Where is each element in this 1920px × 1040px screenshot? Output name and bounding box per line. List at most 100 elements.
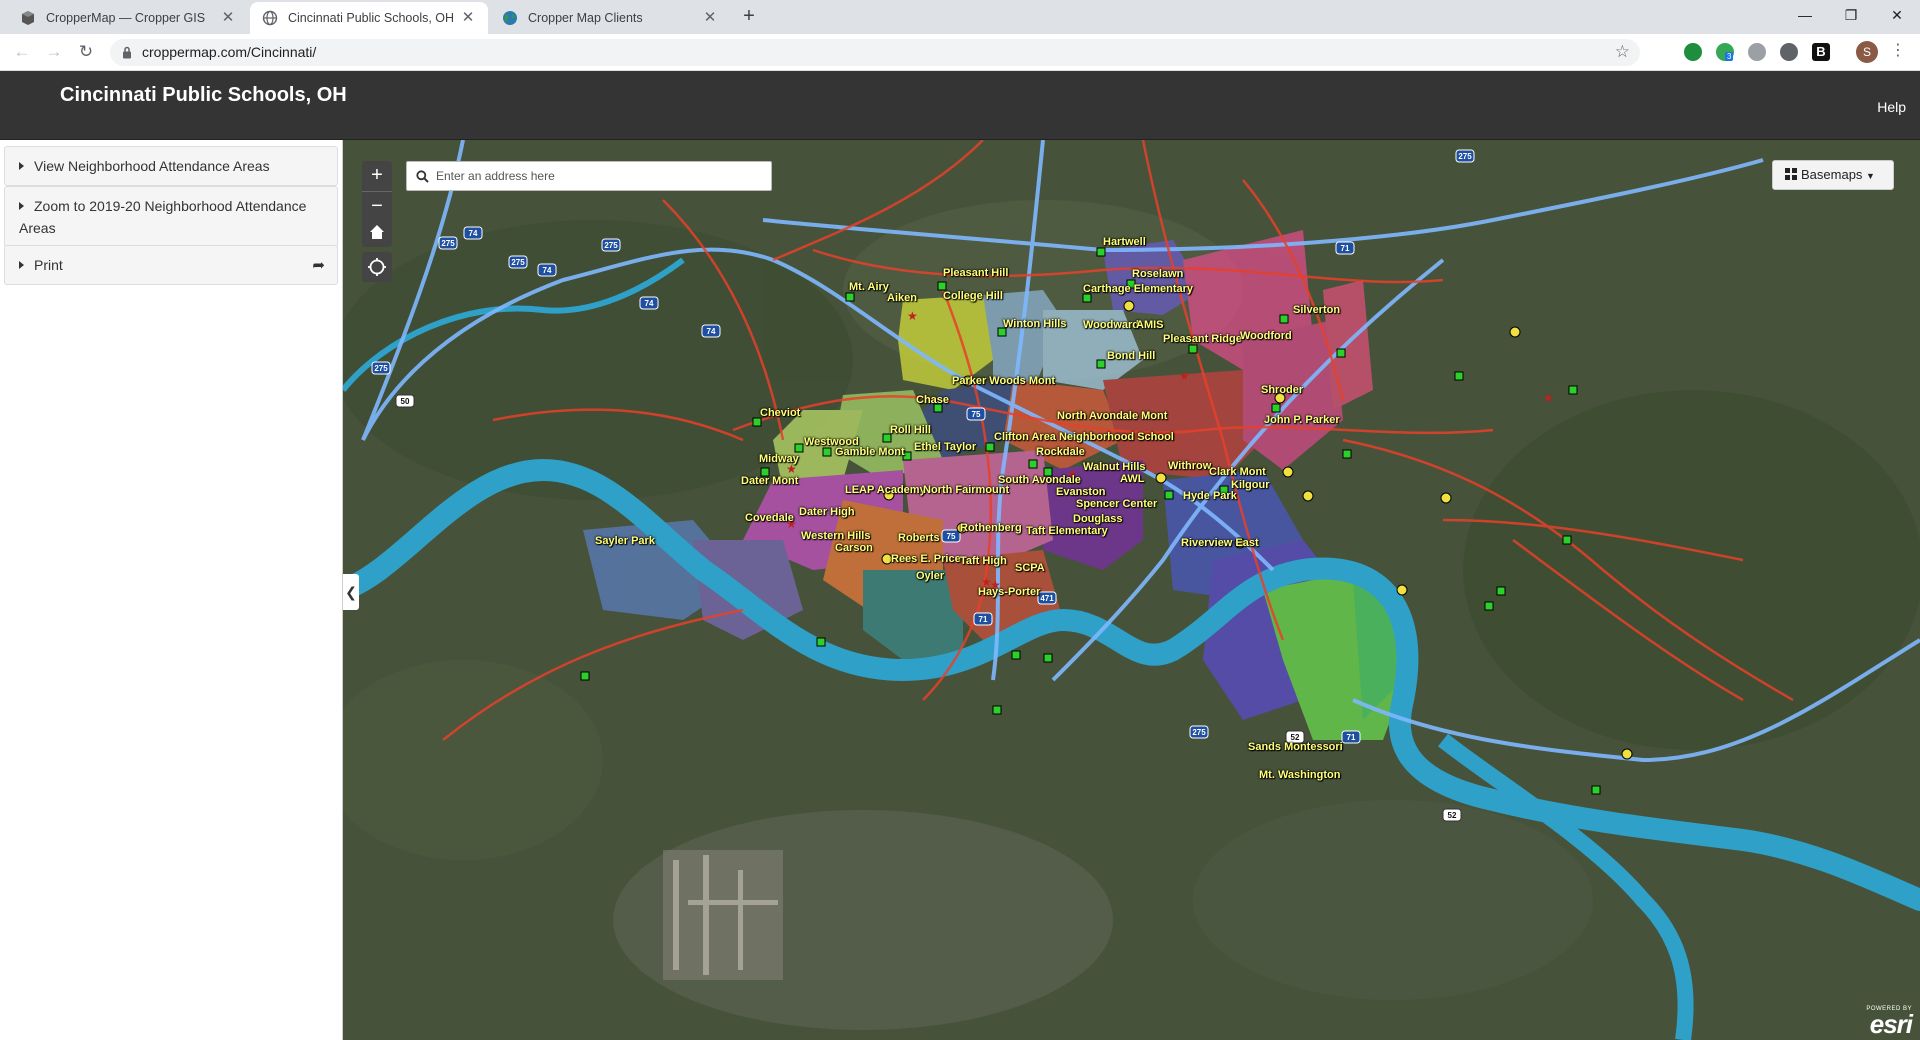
caret-down-icon: ▼ <box>1866 171 1875 181</box>
school-label[interactable]: Silverton <box>1293 304 1340 316</box>
school-label[interactable]: Roll Hill <box>890 424 931 436</box>
collapse-sidebar-button[interactable]: ❮ <box>343 574 359 610</box>
school-label[interactable]: Gamble Mont <box>835 446 905 458</box>
home-button[interactable] <box>362 217 392 247</box>
school-label[interactable]: Bond Hill <box>1107 350 1155 362</box>
school-label[interactable]: Taft Elementary <box>1026 525 1108 537</box>
browser-menu-icon[interactable]: ⋮ <box>1890 40 1906 60</box>
school-label[interactable]: AWL <box>1120 473 1144 485</box>
school-label[interactable]: Rothenberg <box>960 522 1022 534</box>
school-label[interactable]: Carson <box>835 542 873 554</box>
school-label[interactable]: Clark Mont <box>1209 466 1266 478</box>
close-tab-icon[interactable]: ✕ <box>702 10 718 26</box>
locate-button[interactable] <box>362 252 392 282</box>
school-label[interactable]: Oyler <box>916 570 944 582</box>
school-label[interactable]: South Avondale <box>998 474 1081 486</box>
extension-green-icon[interactable]: 3 <box>1716 43 1734 61</box>
school-label[interactable]: Parker Woods Mont <box>952 375 1055 387</box>
school-label[interactable]: Hays-Porter <box>978 586 1040 598</box>
reload-button[interactable]: ↻ <box>74 40 98 64</box>
highway-shield-label: 50 <box>401 397 410 406</box>
map-view[interactable]: 275 74 275 74 275 74 74 275 50 75 75 71 … <box>343 140 1920 1040</box>
school-label[interactable]: Aiken <box>887 292 917 304</box>
tab-title: CropperMap — Cropper GIS <box>46 11 206 25</box>
share-icon[interactable]: ➦ <box>312 255 325 277</box>
extension-b-icon[interactable]: B <box>1812 43 1830 61</box>
school-label[interactable]: Withrow <box>1168 460 1211 472</box>
close-window-button[interactable]: ✕ <box>1874 0 1920 30</box>
school-label[interactable]: Dater High <box>799 506 855 518</box>
help-link[interactable]: Help <box>1877 99 1906 115</box>
school-label[interactable]: Mt. Washington <box>1259 769 1340 781</box>
school-label[interactable]: Clifton Area Neighborhood School <box>994 431 1174 443</box>
school-label[interactable]: College Hill <box>943 290 1003 302</box>
accordion-view-attendance-areas[interactable]: View Neighborhood Attendance Areas <box>4 146 338 186</box>
minimize-button[interactable]: — <box>1782 0 1828 30</box>
school-label[interactable]: Winton Hills <box>1003 318 1066 330</box>
school-label[interactable]: North Avondale Mont <box>1057 410 1167 422</box>
school-label[interactable]: Carthage Elementary <box>1083 283 1193 295</box>
school-label[interactable]: Rockdale <box>1036 446 1085 458</box>
accordion-print[interactable]: Print ➦ <box>4 245 338 285</box>
extension-sync-icon[interactable] <box>1748 43 1766 61</box>
school-label[interactable]: LEAP Academy <box>845 484 926 496</box>
bookmark-star-icon[interactable]: ☆ <box>1615 42 1630 62</box>
accordion-zoom-attendance-areas[interactable]: Zoom to 2019-20 Neighborhood Attendance … <box>4 186 338 248</box>
school-label[interactable]: Cheviot <box>760 407 800 419</box>
close-tab-icon[interactable]: ✕ <box>460 10 476 26</box>
school-label[interactable]: Walnut Hills <box>1083 461 1146 473</box>
browser-tab-croppermap[interactable]: CropperMap — Cropper GIS ✕ <box>8 2 248 34</box>
school-label[interactable]: Hartwell <box>1103 236 1146 248</box>
restore-button[interactable]: ❐ <box>1828 0 1874 30</box>
app-title: Cincinnati Public Schools, OH <box>60 84 347 106</box>
school-label[interactable]: Evanston <box>1056 486 1106 498</box>
address-search-input[interactable] <box>436 166 766 186</box>
school-label[interactable]: Western Hills <box>801 530 871 542</box>
school-label[interactable]: John P. Parker <box>1264 414 1340 426</box>
school-label[interactable]: Pleasant Ridge <box>1163 333 1242 345</box>
extension-check-icon[interactable] <box>1684 43 1702 61</box>
back-button[interactable]: ← <box>10 40 34 64</box>
address-bar[interactable]: croppermap.com/Cincinnati/ ☆ <box>110 39 1640 66</box>
school-label[interactable]: Woodford <box>1240 330 1292 342</box>
school-label[interactable]: Rees E. Price <box>891 553 961 565</box>
caret-right-icon <box>19 162 24 170</box>
school-label[interactable]: Chase <box>916 394 949 406</box>
profile-avatar[interactable]: S <box>1856 41 1878 63</box>
school-label[interactable]: Sands Montessori <box>1248 741 1343 753</box>
school-label[interactable]: Shroder <box>1261 384 1303 396</box>
new-tab-button[interactable]: + <box>738 6 760 28</box>
forward-button[interactable]: → <box>42 40 66 64</box>
basemaps-button[interactable]: Basemaps ▼ <box>1772 160 1894 190</box>
school-label[interactable]: SCPA <box>1015 562 1045 574</box>
school-label[interactable]: Roberts <box>898 532 940 544</box>
browser-tab-clients[interactable]: Cropper Map Clients ✕ <box>490 2 730 34</box>
school-label[interactable]: Woodward <box>1083 319 1139 331</box>
esri-attribution[interactable]: POWERED BY esri <box>1866 1006 1913 1037</box>
highway-shield-label: 275 <box>511 258 525 267</box>
school-label[interactable]: Spencer Center <box>1076 498 1157 510</box>
school-label[interactable]: Dater Mont <box>741 475 798 487</box>
school-label[interactable]: Pleasant Hill <box>943 267 1008 279</box>
school-label[interactable]: Taft High <box>960 555 1007 567</box>
airport-area <box>663 850 783 980</box>
browser-tab-cincinnati[interactable]: Cincinnati Public Schools, OH ✕ <box>250 2 488 34</box>
school-label[interactable]: Roselawn <box>1132 268 1183 280</box>
url-text: croppermap.com/Cincinnati/ <box>142 44 317 60</box>
school-label[interactable]: Riverview East <box>1181 537 1259 549</box>
zoom-in-button[interactable]: + <box>362 161 392 191</box>
school-label[interactable]: Mt. Airy <box>849 281 889 293</box>
school-label[interactable]: AMIS <box>1136 319 1164 331</box>
extension-circle-icon[interactable] <box>1780 43 1798 61</box>
school-label[interactable]: North Fairmount <box>923 484 1009 496</box>
basemaps-label: Basemaps <box>1801 167 1863 182</box>
school-label[interactable]: Midway <box>759 453 799 465</box>
close-tab-icon[interactable]: ✕ <box>220 10 236 26</box>
svg-text:★: ★ <box>1179 369 1190 383</box>
school-label[interactable]: Hyde Park <box>1183 490 1237 502</box>
school-label[interactable]: Douglass <box>1073 513 1123 525</box>
school-label[interactable]: Ethel Taylor <box>914 441 976 453</box>
school-label[interactable]: Sayler Park <box>595 535 655 547</box>
school-label[interactable]: Covedale <box>745 512 794 524</box>
accordion-label: Print <box>34 257 63 273</box>
